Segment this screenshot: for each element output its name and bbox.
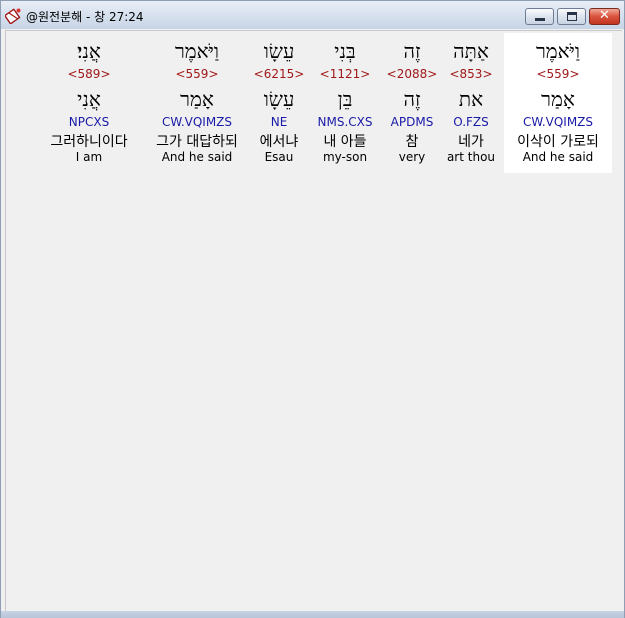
word-column[interactable]: זֶה <2088> זֶה APDMS 참 very bbox=[384, 33, 440, 173]
minimize-icon bbox=[535, 18, 545, 21]
parsing-code: NE bbox=[270, 115, 288, 129]
korean-gloss: 에서냐 bbox=[259, 134, 299, 150]
korean-gloss: 이삭이 가로되 bbox=[517, 134, 599, 150]
korean-gloss: 참 bbox=[405, 134, 419, 150]
hebrew-lemma: אָמַר bbox=[541, 87, 575, 111]
english-gloss: I am bbox=[75, 150, 103, 164]
strong-number[interactable]: <6215> bbox=[252, 67, 306, 81]
hebrew-text: בְּנִי bbox=[334, 39, 356, 63]
minimize-button[interactable] bbox=[525, 8, 554, 25]
strong-number[interactable]: <559> bbox=[504, 67, 612, 81]
hebrew-lemma: אָמַר bbox=[180, 87, 214, 111]
hebrew-text: עֵשָׂו bbox=[263, 39, 295, 63]
app-window: @원전분해 - 창 27:24 ✕ אֲנִי׃ <589> אֲנִי NPC… bbox=[0, 0, 625, 618]
english-gloss: very bbox=[398, 150, 426, 164]
word-column-selected[interactable]: וַיֹּאמֶר <559> אָמַר CW.VQIMZS 이삭이 가로되 … bbox=[504, 33, 612, 173]
title-bar[interactable]: @원전분해 - 창 27:24 ✕ bbox=[1, 1, 624, 29]
strong-number[interactable]: <2088> bbox=[384, 67, 440, 81]
maximize-button[interactable] bbox=[557, 8, 586, 25]
hebrew-text: וַיֹּאמֶר bbox=[174, 39, 220, 63]
strong-number[interactable]: <1121> bbox=[312, 67, 378, 81]
word-column[interactable]: אֲנִי׃ <589> אֲנִי NPCXS 그러하니이다 I am bbox=[42, 33, 136, 173]
korean-gloss: 그러하니이다 bbox=[50, 134, 128, 150]
korean-gloss: 내 아들 bbox=[323, 134, 367, 150]
parsing-code: CW.VQIMZS bbox=[522, 115, 594, 129]
word-column[interactable]: בְּנִי <1121> בֵּן NMS.CXS 내 아들 my-son bbox=[312, 33, 378, 173]
strong-number[interactable]: <589> bbox=[42, 67, 136, 81]
hebrew-lemma: בֵּן bbox=[337, 87, 353, 111]
parsing-code: APDMS bbox=[390, 115, 434, 129]
korean-gloss: 네가 bbox=[458, 134, 484, 150]
maximize-icon bbox=[567, 12, 577, 21]
english-gloss: And he said bbox=[522, 150, 594, 164]
strong-number[interactable]: <559> bbox=[146, 67, 248, 81]
interlinear-panel[interactable]: אֲנִי׃ <589> אֲנִי NPCXS 그러하니이다 I am וַי… bbox=[5, 30, 622, 611]
parsing-code: CW.VQIMZS bbox=[161, 115, 233, 129]
close-icon: ✕ bbox=[599, 8, 610, 23]
hebrew-text: זֶה bbox=[403, 39, 421, 63]
word-column[interactable]: עֵשָׂו <6215> עֵשָׂו NE 에서냐 Esau bbox=[252, 33, 306, 173]
hebrew-lemma: עֵשָׂו bbox=[263, 87, 295, 111]
english-gloss: my-son bbox=[322, 150, 368, 164]
parsing-code: NPCXS bbox=[68, 115, 110, 129]
hebrew-lemma: אֲנִי bbox=[77, 87, 101, 111]
parsing-code: NMS.CXS bbox=[317, 115, 373, 129]
window-title: @원전분해 - 창 27:24 bbox=[26, 10, 144, 24]
hebrew-lemma: את bbox=[458, 87, 484, 111]
hebrew-lemma: זֶה bbox=[403, 87, 421, 111]
english-gloss: Esau bbox=[264, 150, 294, 164]
hebrew-text: וַיֹּאמֶר bbox=[535, 39, 581, 63]
english-gloss: And he said bbox=[161, 150, 233, 164]
parsing-code: O.FZS bbox=[453, 115, 489, 129]
strong-number[interactable]: <853> bbox=[442, 67, 500, 81]
korean-gloss: 그가 대답하되 bbox=[156, 134, 238, 150]
word-column[interactable]: אַתָּה <853> את O.FZS 네가 art thou bbox=[442, 33, 500, 173]
word-column[interactable]: וַיֹּאמֶר <559> אָמַר CW.VQIMZS 그가 대답하되 … bbox=[146, 33, 248, 173]
window-bottom-frame bbox=[1, 611, 624, 618]
hebrew-text: אֲנִי׃ bbox=[77, 39, 101, 63]
english-gloss: art thou bbox=[446, 150, 496, 164]
close-button[interactable]: ✕ bbox=[589, 8, 620, 25]
hebrew-text: אַתָּה bbox=[453, 39, 489, 63]
bible-app-icon[interactable] bbox=[5, 7, 22, 24]
